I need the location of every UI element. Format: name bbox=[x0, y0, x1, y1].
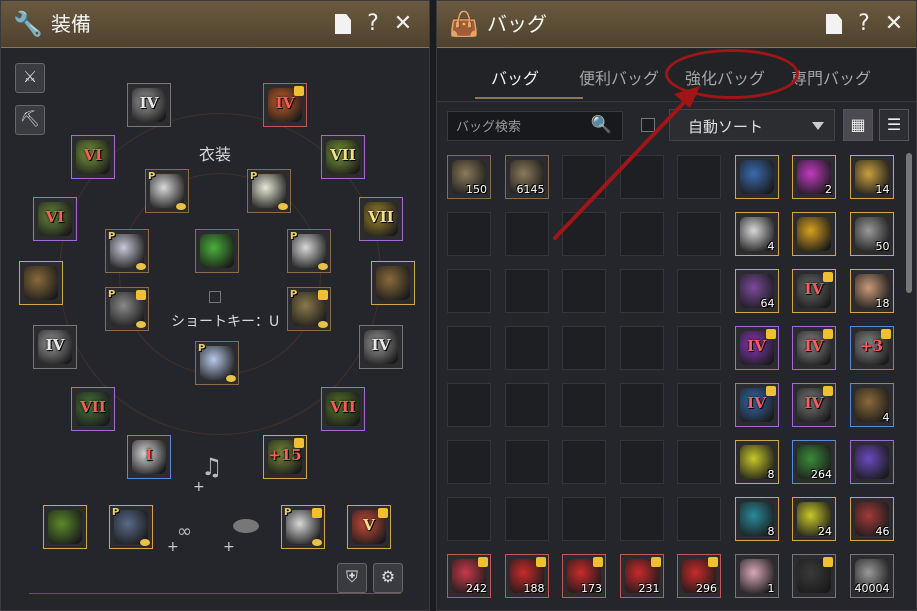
annotation-arrow-shaft bbox=[553, 90, 696, 240]
annotation-arrow-head bbox=[674, 86, 700, 108]
annotation-arrow bbox=[553, 86, 700, 240]
